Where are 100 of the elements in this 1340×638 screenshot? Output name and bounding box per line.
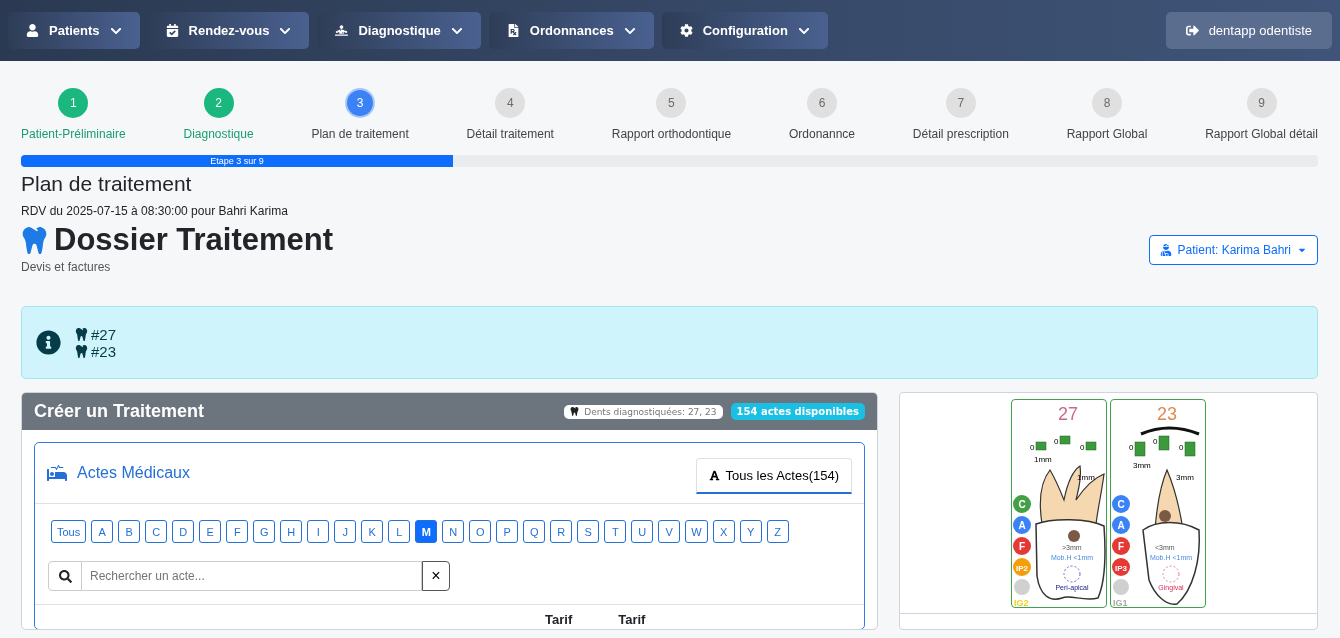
- nav-menu-button[interactable]: Patients: [8, 12, 140, 49]
- status-badge: C: [1112, 495, 1130, 513]
- tooth-number: 27: [1058, 404, 1078, 424]
- step-circle[interactable]: 3: [345, 88, 376, 118]
- letter-filter-button[interactable]: O: [469, 520, 492, 543]
- search-icon: [58, 569, 72, 583]
- tooth-icon: [75, 344, 88, 358]
- letter-filter-button[interactable]: I: [307, 520, 330, 543]
- section-subheading: Devis et factures: [21, 260, 112, 274]
- letter-filter-button[interactable]: R: [550, 520, 573, 543]
- progress-label: Etape 3 sur 9: [210, 156, 264, 166]
- letter-filter-button[interactable]: P: [496, 520, 519, 543]
- section-heading: Dossier Traitement: [54, 222, 334, 258]
- step-circle[interactable]: 4: [495, 88, 526, 118]
- patient-dropdown-button[interactable]: Patient: Karima Bahri: [1148, 235, 1318, 265]
- step-label: Ordonannce: [788, 127, 855, 141]
- clear-button[interactable]: ×: [422, 561, 450, 591]
- target-circle-icon: [1162, 565, 1180, 583]
- gum-label: IG2: [1014, 598, 1029, 608]
- step-label: Rapport Global détail: [1205, 127, 1318, 141]
- patient-icon: [1159, 244, 1172, 256]
- nav-menu-button[interactable]: Configuration: [661, 12, 828, 49]
- step-label: Rapport Global: [1066, 127, 1148, 141]
- target-circle-icon: [1063, 565, 1081, 583]
- letter-filter-button[interactable]: S: [577, 520, 600, 543]
- acts-tab[interactable]: Tous les Actes(154): [695, 458, 852, 494]
- logout-icon: [1185, 24, 1199, 37]
- gum-circle-icon: [1014, 579, 1030, 595]
- column-header: Tarif: [618, 611, 646, 629]
- letter-filter-button[interactable]: A: [91, 520, 114, 543]
- step-label: Patient-Préliminaire: [21, 127, 126, 141]
- status-badge: IP2: [1013, 558, 1031, 576]
- step-circle[interactable]: 7: [945, 88, 976, 118]
- tooth-reference: #27: [91, 325, 117, 343]
- letter-filter-button[interactable]: M: [415, 520, 438, 543]
- info-icon: [36, 330, 61, 355]
- tooth-icon: [75, 327, 88, 341]
- letter-filter-button[interactable]: Z: [766, 520, 789, 543]
- letter-filter-button[interactable]: E: [199, 520, 222, 543]
- letter-filter-button[interactable]: T: [604, 520, 627, 543]
- letter-filter-button[interactable]: U: [631, 520, 654, 543]
- step-circle[interactable]: 5: [656, 88, 687, 118]
- tooth-number: 23: [1157, 404, 1177, 424]
- status-badge: A: [1112, 516, 1130, 534]
- step-circle[interactable]: 9: [1246, 88, 1277, 118]
- step-circle[interactable]: 1: [58, 88, 89, 118]
- gum-circle-icon: [1113, 579, 1129, 595]
- step-label: Diagnostique: [183, 127, 254, 141]
- step-circle[interactable]: 2: [203, 88, 234, 118]
- person-at-desk-icon: [335, 24, 349, 37]
- letter-filter-button[interactable]: Y: [739, 520, 762, 543]
- appointment-text: RDV du 2025-07-15 à 08:30:00 pour Bahri Karima: [21, 204, 289, 218]
- account-button[interactable]: dentapp odentiste: [1165, 12, 1332, 49]
- gum-label: IG1: [1113, 598, 1128, 608]
- teeth-badge: Dents diagnostiquées: 27, 23: [564, 404, 723, 419]
- arch-line-icon: [1140, 426, 1200, 436]
- letter-filter-button[interactable]: B: [118, 520, 141, 543]
- letter-filter-button[interactable]: L: [388, 520, 411, 543]
- step-label: Plan de traitement: [311, 127, 409, 141]
- card-title: Créer un Traitement: [34, 401, 205, 422]
- pocket-depth: 3mm: [1133, 461, 1151, 470]
- nav-menu-button[interactable]: Ordonnances: [488, 12, 654, 49]
- letter-a-icon: [708, 470, 720, 481]
- step-circle[interactable]: 6: [806, 88, 837, 118]
- letter-filter-button[interactable]: V: [658, 520, 681, 543]
- step-label: Détail prescription: [912, 127, 1009, 141]
- pocket-depth: 3mm: [1176, 473, 1194, 482]
- half-circle-icon: [1068, 530, 1080, 542]
- letter-filter-button[interactable]: Tous: [51, 520, 87, 543]
- step-label: Rapport orthodontique: [611, 127, 732, 141]
- tooth-reference: #23: [91, 342, 117, 360]
- pocket-depth: 1mm: [1034, 455, 1052, 464]
- count-badge: 154 actes disponibles: [730, 403, 865, 420]
- status-badge: IP3: [1112, 558, 1130, 576]
- letter-filter-button[interactable]: H: [280, 520, 303, 543]
- search-field[interactable]: Rechercher un acte...: [82, 561, 422, 591]
- status-badge: C: [1013, 495, 1031, 513]
- tooth-icon: [21, 226, 48, 254]
- letter-filter-button[interactable]: G: [253, 520, 276, 543]
- nav-menu-button[interactable]: Diagnostique: [317, 12, 481, 49]
- status-badge: F: [1112, 537, 1130, 555]
- letter-filter-button[interactable]: D: [172, 520, 195, 543]
- letter-filter-button[interactable]: W: [685, 520, 708, 543]
- settings-icon: [679, 24, 693, 37]
- step-label: Détail traitement: [466, 127, 554, 141]
- letter-filter-button[interactable]: J: [334, 520, 357, 543]
- letter-filter-button[interactable]: F: [226, 520, 249, 543]
- document-icon: [506, 24, 520, 37]
- letter-filter-button[interactable]: K: [361, 520, 384, 543]
- letter-filter-button[interactable]: Q: [523, 520, 546, 543]
- calendar-icon: [165, 24, 179, 37]
- hospital-bed-icon: [47, 463, 67, 483]
- letter-filter-button[interactable]: C: [145, 520, 168, 543]
- half-circle-icon: [1159, 510, 1171, 522]
- status-badge: A: [1013, 516, 1031, 534]
- user-icon: [26, 24, 39, 37]
- tooth-icon: [570, 407, 580, 416]
- letter-filter-button[interactable]: N: [442, 520, 465, 543]
- step-circle[interactable]: 8: [1092, 88, 1122, 118]
- letter-filter-button[interactable]: X: [712, 520, 735, 543]
